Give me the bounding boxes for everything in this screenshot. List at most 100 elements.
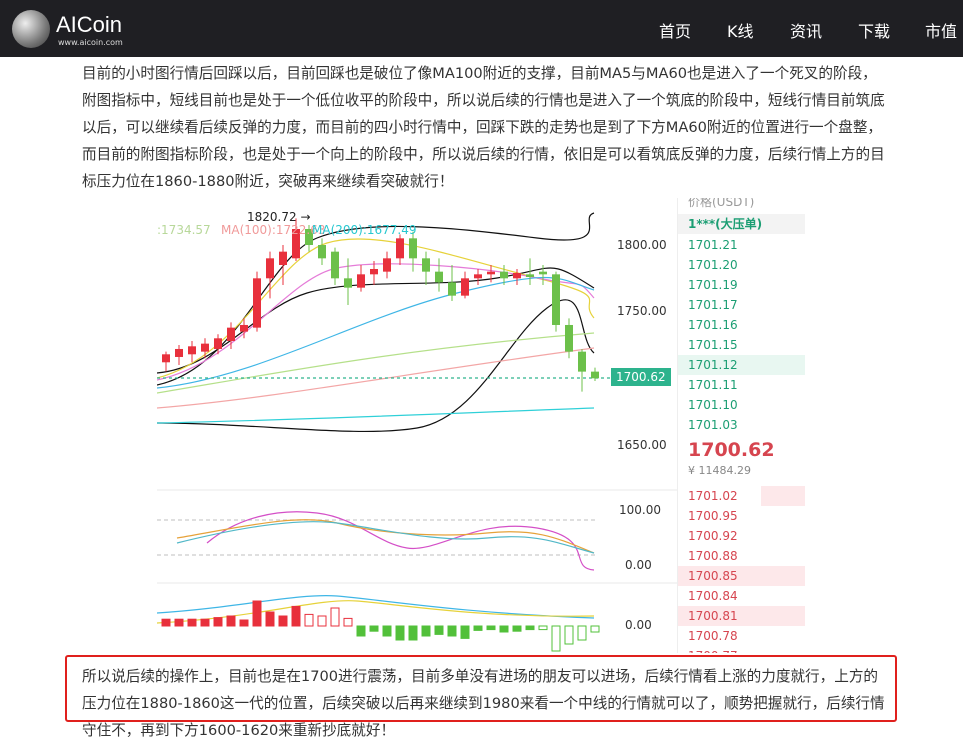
macd-bar xyxy=(590,625,600,633)
macd-bar xyxy=(187,618,197,627)
ma200-label: MA(200):1677.49 xyxy=(312,223,417,237)
nav-news[interactable]: 资讯 xyxy=(790,18,822,42)
ask-row[interactable]: 1701.11 xyxy=(678,375,805,395)
ask-row[interactable]: 1701.10 xyxy=(678,395,805,415)
macd-bar xyxy=(499,625,509,633)
bid-row[interactable]: 1700.95 xyxy=(678,506,805,526)
ma60-label: :1734.57 xyxy=(157,223,211,237)
macd-axis-0: 0.00 xyxy=(625,618,652,632)
candle xyxy=(474,274,482,279)
ask-row[interactable]: 1701.19 xyxy=(678,275,805,295)
ask-row[interactable]: 1701.15 xyxy=(678,335,805,355)
macd-bar xyxy=(577,625,587,641)
macd-bar xyxy=(343,617,353,627)
axis-1800: 1800.00 xyxy=(617,238,667,252)
candle xyxy=(409,238,417,259)
nav-download[interactable]: 下载 xyxy=(858,18,890,42)
candle xyxy=(357,274,365,288)
bid-row[interactable]: 1700.81 xyxy=(678,606,805,626)
brand-name[interactable]: AICoin xyxy=(56,12,122,38)
candle xyxy=(240,324,248,332)
candle xyxy=(162,354,170,363)
candle xyxy=(331,251,339,279)
candle xyxy=(461,278,469,296)
macd-bar xyxy=(174,618,184,627)
candle xyxy=(279,251,287,265)
kline-chart-image: 1820.72 → :1734.57 MA(100):1722.63 MA(20… xyxy=(157,198,805,653)
ask-row[interactable]: 1701.03 xyxy=(678,415,805,435)
candle xyxy=(500,271,508,279)
candle xyxy=(435,271,443,283)
candle xyxy=(227,327,235,341)
macd-bar xyxy=(486,625,496,631)
axis-1650: 1650.00 xyxy=(617,438,667,452)
macd-bar xyxy=(330,607,340,627)
macd-bar xyxy=(538,625,548,631)
bid-row[interactable]: 1700.84 xyxy=(678,586,805,606)
candle xyxy=(188,346,196,355)
candle xyxy=(487,271,495,275)
macd-bar xyxy=(304,613,314,627)
macd-bar xyxy=(239,619,249,627)
bid-row[interactable]: 1700.92 xyxy=(678,526,805,546)
ask-row[interactable]: 1701.12 xyxy=(678,355,805,375)
order-book: 价格(USDT) 1***(大压单) 1701.21 1701.20 1701.19… xyxy=(677,198,805,653)
candle xyxy=(266,258,274,279)
ask-row[interactable]: 1701.16 xyxy=(678,315,805,335)
ask-row[interactable]: 1701.17 xyxy=(678,295,805,315)
candle xyxy=(201,343,209,352)
osc-axis-0: 0.00 xyxy=(625,558,652,572)
candle xyxy=(370,268,378,275)
top-nav-bar: AICoin www.aicoin.com 首页 K线 资讯 下载 市值 xyxy=(0,0,963,57)
candle xyxy=(175,348,183,357)
bid-row[interactable]: 1701.02 xyxy=(678,486,805,506)
last-price-cny: ¥ 11484.29 xyxy=(688,464,751,477)
current-price-tag: 1700.62 xyxy=(611,368,671,386)
macd-bar xyxy=(382,625,392,637)
macd-bar xyxy=(291,605,301,627)
macd-bar xyxy=(525,625,535,631)
macd-bar xyxy=(473,625,483,631)
axis-1750: 1750.00 xyxy=(617,304,667,318)
nav-kline[interactable]: K线 xyxy=(727,18,754,42)
candle xyxy=(526,274,534,277)
macd-bar xyxy=(356,625,366,637)
ask-row[interactable]: 1701.21 xyxy=(678,235,805,255)
candle xyxy=(396,238,404,259)
aicoin-logo-icon[interactable] xyxy=(12,10,50,48)
bid-row[interactable]: 1700.85 xyxy=(678,566,805,586)
macd-bar xyxy=(161,618,171,627)
ask-row[interactable]: 1701.20 xyxy=(678,255,805,275)
macd-bar xyxy=(317,615,327,627)
candle xyxy=(552,274,560,325)
candle xyxy=(539,271,547,275)
macd-bar xyxy=(421,625,431,637)
macd-bar xyxy=(213,617,223,627)
macd-bar xyxy=(434,625,444,635)
macd-bar xyxy=(278,615,288,627)
candle xyxy=(214,338,222,349)
macd-bar xyxy=(200,618,210,627)
high-price-label: 1820.72 → xyxy=(247,210,311,224)
big-order-label: 1***(大压单) xyxy=(678,214,805,234)
ma100-label: MA(100):1722.63 xyxy=(221,223,326,237)
candle xyxy=(513,272,521,279)
candle xyxy=(344,278,352,288)
nav-home[interactable]: 首页 xyxy=(659,18,691,42)
macd-bar xyxy=(395,625,405,641)
macd-bar xyxy=(551,625,561,652)
candle xyxy=(318,245,326,259)
bid-row[interactable]: 1700.88 xyxy=(678,546,805,566)
order-book-header: 价格(USDT) xyxy=(688,198,755,209)
bid-row[interactable]: 1700.77 xyxy=(678,646,805,653)
candle xyxy=(422,258,430,272)
candle xyxy=(591,371,599,379)
candle xyxy=(565,324,573,352)
macd-bar xyxy=(512,625,522,632)
macd-bar xyxy=(564,625,574,645)
brand-url: www.aicoin.com xyxy=(58,38,123,47)
macd-bar xyxy=(369,625,379,632)
nav-market-cap[interactable]: 市值 xyxy=(925,18,957,42)
bid-row[interactable]: 1700.78 xyxy=(678,626,805,646)
article-paragraph-highlighted: 所以说后续的操作上，目前也是在1700进行震荡，目前多单没有进场的朋友可以进场，… xyxy=(82,668,885,739)
